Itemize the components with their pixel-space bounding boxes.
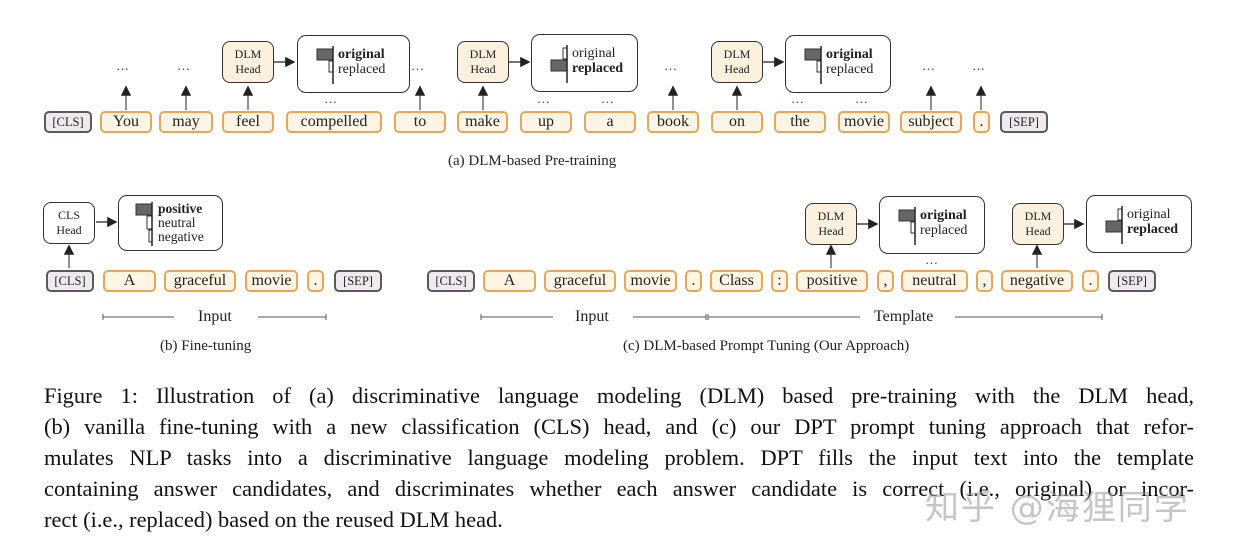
ellipsis: … [922,58,936,73]
token: movie [624,270,677,292]
ellipsis: … [664,58,678,73]
token: Class [710,270,763,292]
ellipsis: … [537,91,551,106]
token: the [774,111,826,133]
dlm-output-box: original replaced [785,35,891,93]
output-label-original: original [338,47,385,62]
token: negative [1001,270,1073,292]
output-label-positive: positive [158,201,203,216]
token: feel [222,111,274,133]
output-label-original: original [572,46,616,61]
watermark: 知乎 @海狸同学 [925,488,1190,528]
token: . [973,111,990,133]
panel-c-caption: (c) DLM-based Prompt Tuning (Our Approac… [623,338,910,354]
head-label: Head [818,224,844,238]
token: on [711,111,763,133]
dlm-head: DLM Head [1012,203,1064,245]
template-span-label: Template [874,308,934,325]
token: neutral [901,270,968,292]
token: . [685,270,702,292]
output-label-negative: negative [158,229,204,244]
dlm-head: DLM Head [711,41,763,83]
dlm-head: DLM Head [457,41,509,83]
token: up [520,111,572,133]
head-label: DLM [234,47,262,61]
token: [CLS] [44,111,92,133]
head-label: Head [1025,224,1051,238]
ellipsis: … [972,58,986,73]
panel-a-token-row: [CLS] You may feel compelled to make up … [0,111,1248,135]
dlm-output-box: original replaced [1086,195,1192,253]
ellipsis: … [324,91,338,106]
ellipsis: … [925,252,939,267]
output-label-replaced: replaced [1127,222,1179,237]
token: You [100,111,152,133]
panel-b-caption: (b) Fine-tuning [160,338,252,354]
caption-line: Figure 1: Illustration of (a) discrimina… [44,383,1194,408]
caption-line: mulates NLP tasks into a discriminative … [44,445,1194,470]
head-label: Head [724,62,750,76]
token: , [877,270,894,292]
panel-c-token-row: [CLS] A graceful movie . Class : positiv… [0,270,1248,294]
output-label-replaced: replaced [826,62,874,77]
ellipsis: … [791,91,805,106]
token: positive [796,270,868,292]
dlm-output-box: original replaced [531,34,638,92]
ellipsis: … [601,91,615,106]
bar-chart-icon [550,45,568,83]
input-span-label: Input [575,308,609,325]
output-label-replaced: replaced [572,61,624,76]
bar-chart-icon [316,46,334,84]
head-label: CLS [57,208,80,222]
token: a [584,111,636,133]
token: to [394,111,446,133]
token: , [976,270,993,292]
ellipsis: … [411,58,425,73]
head-label: DLM [817,209,845,223]
output-label-neutral: neutral [158,215,196,230]
token: [SEP] [1108,270,1156,292]
caption-line: (b) vanilla fine-tuning with a new class… [44,414,1194,439]
dlm-head: DLM Head [805,203,857,245]
output-label-replaced: replaced [338,62,386,77]
output-label-original: original [1127,207,1171,222]
head-label: DLM [469,47,497,61]
ellipsis: … [116,58,130,73]
output-label-replaced: replaced [920,223,968,238]
dlm-output-box: original replaced [297,35,410,93]
output-label-original: original [920,208,967,223]
input-span-label: Input [198,308,232,325]
token: subject [900,111,962,133]
bar-chart-icon [804,46,822,84]
panel-a-caption: (a) DLM-based Pre-training [448,153,617,169]
dlm-output-box: original replaced [879,196,985,254]
head-label: Head [235,62,261,76]
token: A [483,270,536,292]
token: make [457,111,508,133]
ellipsis: … [177,58,191,73]
cls-head: CLS Head [43,202,95,244]
ellipsis: … [855,91,869,106]
dlm-head: DLM Head [222,41,274,83]
bar-chart-icon [1105,206,1123,244]
bar-chart-icon [135,202,153,246]
cls-output-box: positive neutral negative [118,195,223,251]
head-label: Head [470,62,496,76]
head-label: DLM [723,47,751,61]
output-label-original: original [826,47,873,62]
token: may [159,111,213,133]
bar-chart-icon [898,207,916,245]
token: [SEP] [1000,111,1048,133]
head-label: Head [56,223,82,237]
token: . [1082,270,1099,292]
token: graceful [544,270,616,292]
token: compelled [286,111,382,133]
token: [CLS] [427,270,475,292]
token: movie [838,111,890,133]
head-label: DLM [1024,209,1052,223]
token: book [647,111,699,133]
token: : [771,270,788,292]
